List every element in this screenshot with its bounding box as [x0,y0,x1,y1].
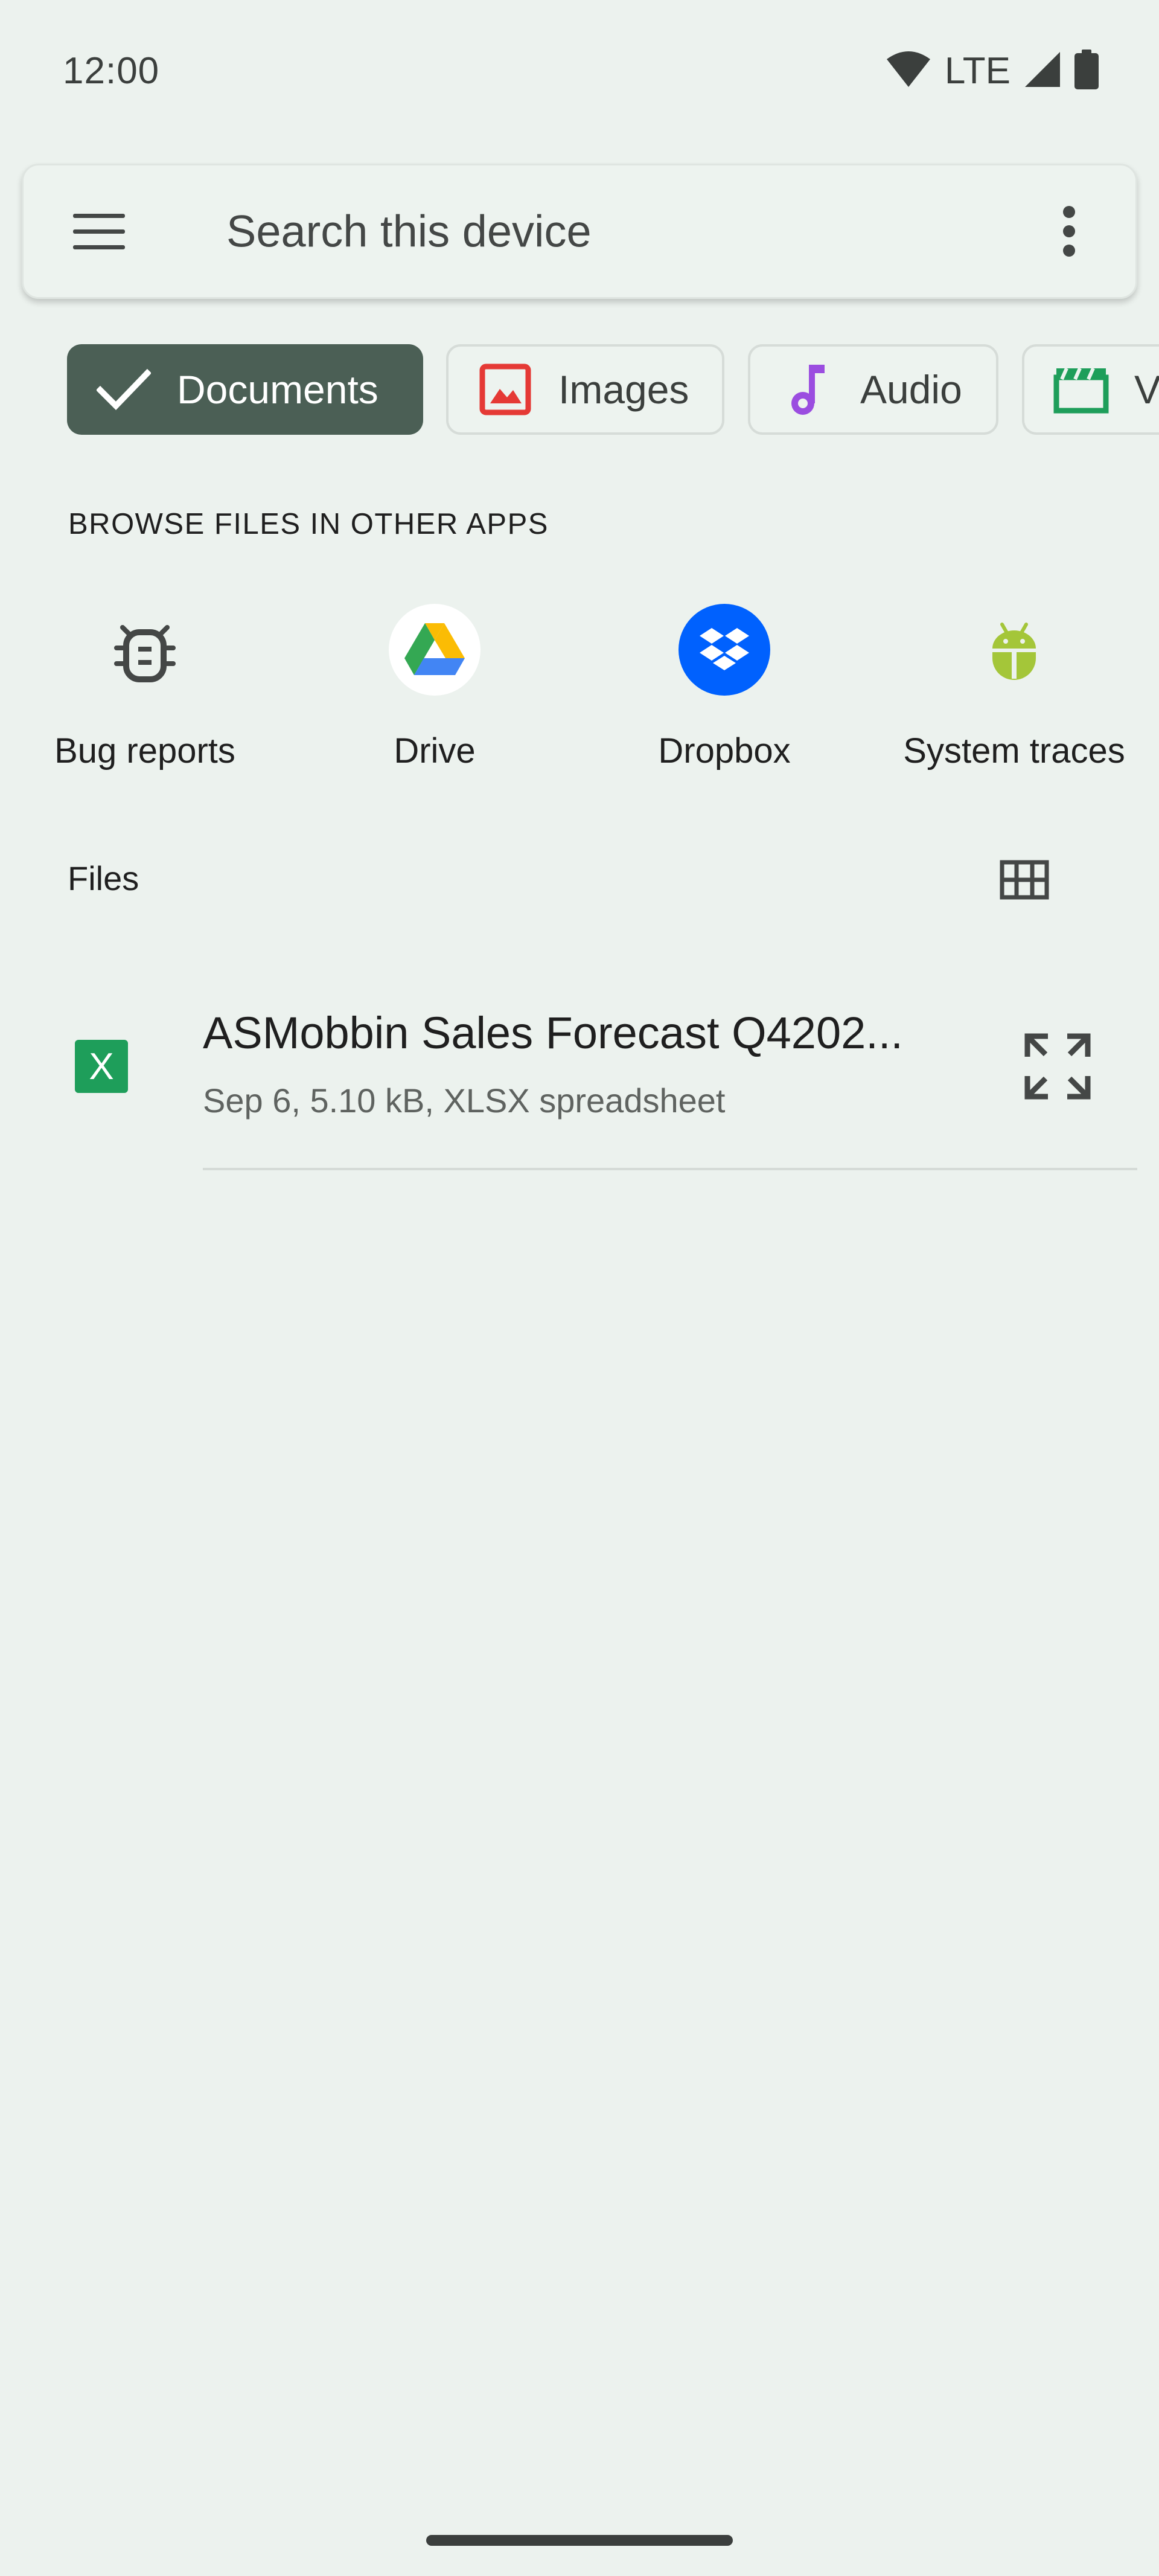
music-note-icon [778,360,836,418]
chip-label: Images [558,367,689,412]
home-indicator[interactable] [426,2535,733,2546]
app-drive[interactable]: Drive [290,604,580,785]
files-section-title: Files [68,859,139,897]
chip-documents[interactable]: Documents [67,344,423,435]
search-bar[interactable]: Search this device [22,164,1137,299]
preview-button[interactable] [1021,1030,1094,1103]
file-name: ASMobbin Sales Forecast Q4202... [203,1008,903,1058]
drive-icon [389,604,481,696]
app-system-traces[interactable]: System traces [869,604,1159,785]
cell-signal-icon [1024,51,1061,91]
dropbox-icon [678,604,770,696]
grid-view-icon [1000,860,1049,900]
app-label: Dropbox [658,731,791,771]
app-label: Drive [394,731,476,771]
chip-images[interactable]: Images [446,344,724,435]
file-list-item[interactable]: X ASMobbin Sales Forecast Q4202... Sep 6… [0,978,1159,1171]
check-icon [95,360,153,418]
divider [203,1168,1137,1170]
app-dropbox[interactable]: Dropbox [580,604,869,785]
chip-videos[interactable]: V [1022,344,1159,435]
chip-audio[interactable]: Audio [748,344,998,435]
app-label: Bug reports [54,731,235,771]
battery-icon [1074,50,1099,92]
image-icon [476,360,534,418]
expand-icon [1024,1033,1091,1100]
filter-chips: Documents Images Audio V [0,344,1159,435]
chip-label: V [1134,367,1159,412]
more-options-button[interactable] [1057,201,1081,261]
chip-label: Documents [177,367,378,412]
section-title-other-apps: BROWSE FILES IN OTHER APPS [68,508,549,540]
app-bug-reports[interactable]: Bug reports [0,604,290,785]
status-icons: LTE [886,50,1099,92]
android-icon [968,604,1060,696]
app-label: System traces [903,731,1125,771]
file-meta: Sep 6, 5.10 kB, XLSX spreadsheet [203,1081,726,1120]
chip-label: Audio [860,367,962,412]
wifi-icon [886,51,931,91]
network-type: LTE [944,50,1011,92]
search-input[interactable]: Search this device [226,206,592,257]
menu-button[interactable] [72,210,126,252]
hamburger-menu-icon [73,214,125,249]
clapperboard-icon [1052,360,1110,418]
status-bar: 12:00 LTE [0,0,1159,142]
xlsx-file-icon: X [75,1040,128,1093]
status-time: 12:00 [63,50,160,92]
grid-view-button[interactable] [996,851,1053,908]
bug-icon [99,604,191,696]
more-vert-icon [1063,206,1075,257]
